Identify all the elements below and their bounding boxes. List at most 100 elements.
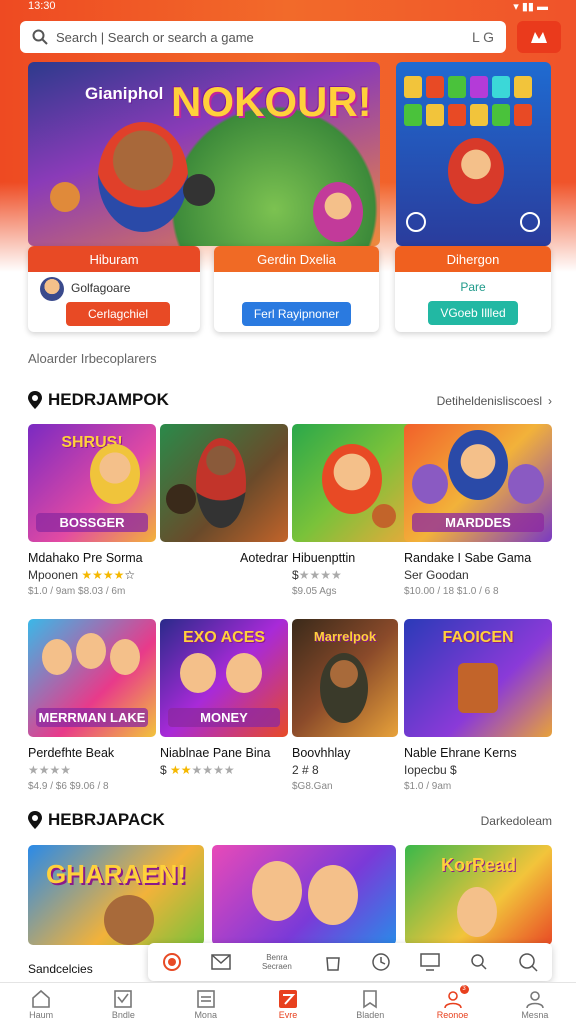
game-card[interactable]: EXO ACES MONEY Niablnae Pane Bina $ ★★★★… xyxy=(160,619,288,777)
zoom-button[interactable] xyxy=(510,947,546,977)
section-note: Aloarder Irbecoplarers xyxy=(28,351,157,366)
chart-icon xyxy=(114,989,133,1008)
tab-menu[interactable]: Mona xyxy=(176,988,236,1020)
record-icon xyxy=(163,953,182,971)
star-rating-icon: ★★★★ xyxy=(81,568,125,582)
screen-button[interactable] xyxy=(412,947,448,977)
game-title: Perdefhte Beak xyxy=(28,746,115,760)
tab-bundle[interactable]: Bndle xyxy=(93,988,153,1020)
game-title: Niablnae Pane Bina xyxy=(160,746,271,760)
search-bar[interactable]: Search | Search or search a game L G xyxy=(20,21,506,53)
notification-badge: 3 xyxy=(459,984,469,994)
promo-card-button[interactable]: Cerlagchiel xyxy=(66,302,170,326)
status-time: 13:30 xyxy=(28,0,56,12)
timer-button[interactable] xyxy=(363,947,399,977)
promo-card-header: Gerdin Dxelia xyxy=(214,246,379,272)
location-pin-icon xyxy=(28,391,42,409)
game-title: Mdahako Pre Sorma xyxy=(28,551,143,565)
hero-side-character xyxy=(313,182,363,242)
game-title: Aotedrar xyxy=(240,551,288,565)
game-thumbnail xyxy=(160,424,288,542)
side-banner-character xyxy=(448,138,504,204)
game-title: Hibuenpttin xyxy=(292,551,356,565)
game-thumbnail: EXO ACES MONEY xyxy=(160,619,288,737)
profile-icon xyxy=(526,990,544,1008)
game-meta: $4.9 / $6 $9.06 / 8 xyxy=(28,781,109,792)
game-card[interactable]: MERRMAN LAKE Perdefhte Beak ★★★★ $4.9 / … xyxy=(28,619,156,792)
promo-card-1[interactable]: Hiburam Golfagoare Cerlagchiel xyxy=(28,246,200,332)
game-title: Nable Ehrane Kerns xyxy=(404,746,517,760)
hero-title: NOKOUR! xyxy=(171,78,372,125)
game-rating: $ ★★★★★★ xyxy=(160,763,235,777)
game-card[interactable]: SHRUS! BOSSGER Mdahako Pre Sorma Mpoonen… xyxy=(28,424,156,597)
search-icon xyxy=(471,954,487,970)
game-thumbnail: MERRMAN LAKE xyxy=(28,619,156,737)
side-banner[interactable] xyxy=(396,62,551,246)
game-card[interactable]: GHARAEN! xyxy=(28,845,204,945)
game-meta: $1.0 / 9am xyxy=(404,781,452,792)
game-card[interactable]: Marrelpok Boovhhlay 2 # 8 $G8.Gan xyxy=(292,619,398,792)
chevron-right-icon: › xyxy=(548,394,552,408)
game-rating: $★★★★ xyxy=(292,568,342,582)
hero-subtitle: Gianiphol xyxy=(85,84,164,103)
bottom-tab-bar: Haum Bndle Mona Evre Bladen 3 Reonoe Mes… xyxy=(0,982,576,1024)
avatar xyxy=(40,277,64,301)
see-all-link[interactable]: Darkedoleam xyxy=(481,814,552,828)
tab-saved[interactable]: Bladen xyxy=(340,988,400,1020)
tab-profile[interactable]: Mesna xyxy=(505,988,565,1020)
home-icon xyxy=(32,989,50,1008)
promo-card-button[interactable]: VGoeb Illled xyxy=(428,301,518,325)
game-title: Randake I Sabe Gama xyxy=(404,551,532,565)
bag-icon xyxy=(325,957,340,971)
record-button[interactable] xyxy=(154,947,190,977)
clock-icon xyxy=(372,953,391,971)
game-card[interactable]: Aotedrar xyxy=(160,424,288,565)
bookmark-icon xyxy=(363,989,378,1008)
game-thumbnail xyxy=(292,424,420,542)
game-subtitle: Iopecbu $ xyxy=(404,763,457,777)
tab-events[interactable]: Evre xyxy=(258,988,318,1020)
game-rating: ★★★★ xyxy=(28,763,72,777)
game-card[interactable]: MARDDES Randake I Sabe Gama Ser Goodan $… xyxy=(404,424,552,597)
game-subtitle: 2 # 8 xyxy=(292,763,319,777)
floating-toolbar: Benra Secraen xyxy=(148,943,552,981)
tab-home[interactable]: Haum xyxy=(11,988,71,1020)
status-bar: 13:30 ▾ ▮▮ ▬ xyxy=(28,0,548,14)
grid-icon xyxy=(278,989,297,1008)
bag-button[interactable] xyxy=(315,947,351,977)
hero-cookie xyxy=(50,182,80,212)
game-card[interactable]: Hibuenpttin $★★★★ $9.05 Ags xyxy=(292,424,420,597)
promo-card-3[interactable]: Dihergon Pare VGoeb Illled xyxy=(395,246,551,332)
tab-account[interactable]: 3 Reonoe xyxy=(423,984,483,1020)
game-subtitle: Ser Goodan xyxy=(404,568,469,582)
search-button[interactable] xyxy=(461,947,497,977)
promo-card-2[interactable]: Gerdin Dxelia Ferl Rayipnoner xyxy=(214,246,379,332)
promo-card-header: Hiburam xyxy=(28,246,200,272)
game-rating: Mpoonen ★★★★☆ xyxy=(28,568,136,582)
game-meta: $9.05 Ags xyxy=(292,586,337,597)
floatbar-label: Benra Secraen xyxy=(261,953,292,971)
mail-button[interactable] xyxy=(203,947,239,977)
game-thumbnail: FAOICEN xyxy=(404,619,552,737)
game-thumbnail: Marrelpok xyxy=(292,619,398,737)
zoom-icon xyxy=(518,953,538,972)
search-input[interactable]: Search | Search or search a game xyxy=(56,30,466,45)
section-title: HEDRJAMPOK xyxy=(28,390,169,410)
game-card[interactable]: FAOICEN Nable Ehrane Kerns Iopecbu $ $1.… xyxy=(404,619,552,792)
star-rating-icon: ★★ xyxy=(170,763,192,777)
search-voice-icon[interactable]: L G xyxy=(472,29,494,45)
see-all-link[interactable]: Detiheldenisliscoesl › xyxy=(437,394,552,408)
promo-card-user: Golfagoare xyxy=(71,281,131,295)
section-title: HEBRJAPACK xyxy=(28,810,165,830)
mail-icon xyxy=(211,954,231,970)
promo-card-status: Pare xyxy=(460,280,486,294)
hero-banner[interactable]: Gianiphol NOKOUR! xyxy=(28,62,380,246)
gift-icon xyxy=(531,32,547,43)
promo-card-button[interactable]: Ferl Rayipnoner xyxy=(242,302,351,326)
monitor-icon xyxy=(420,953,440,971)
notification-button[interactable] xyxy=(517,21,561,53)
location-pin-icon xyxy=(28,811,42,829)
search-icon xyxy=(32,29,48,45)
game-card[interactable] xyxy=(212,845,396,945)
game-card[interactable]: KorRead xyxy=(405,845,552,945)
